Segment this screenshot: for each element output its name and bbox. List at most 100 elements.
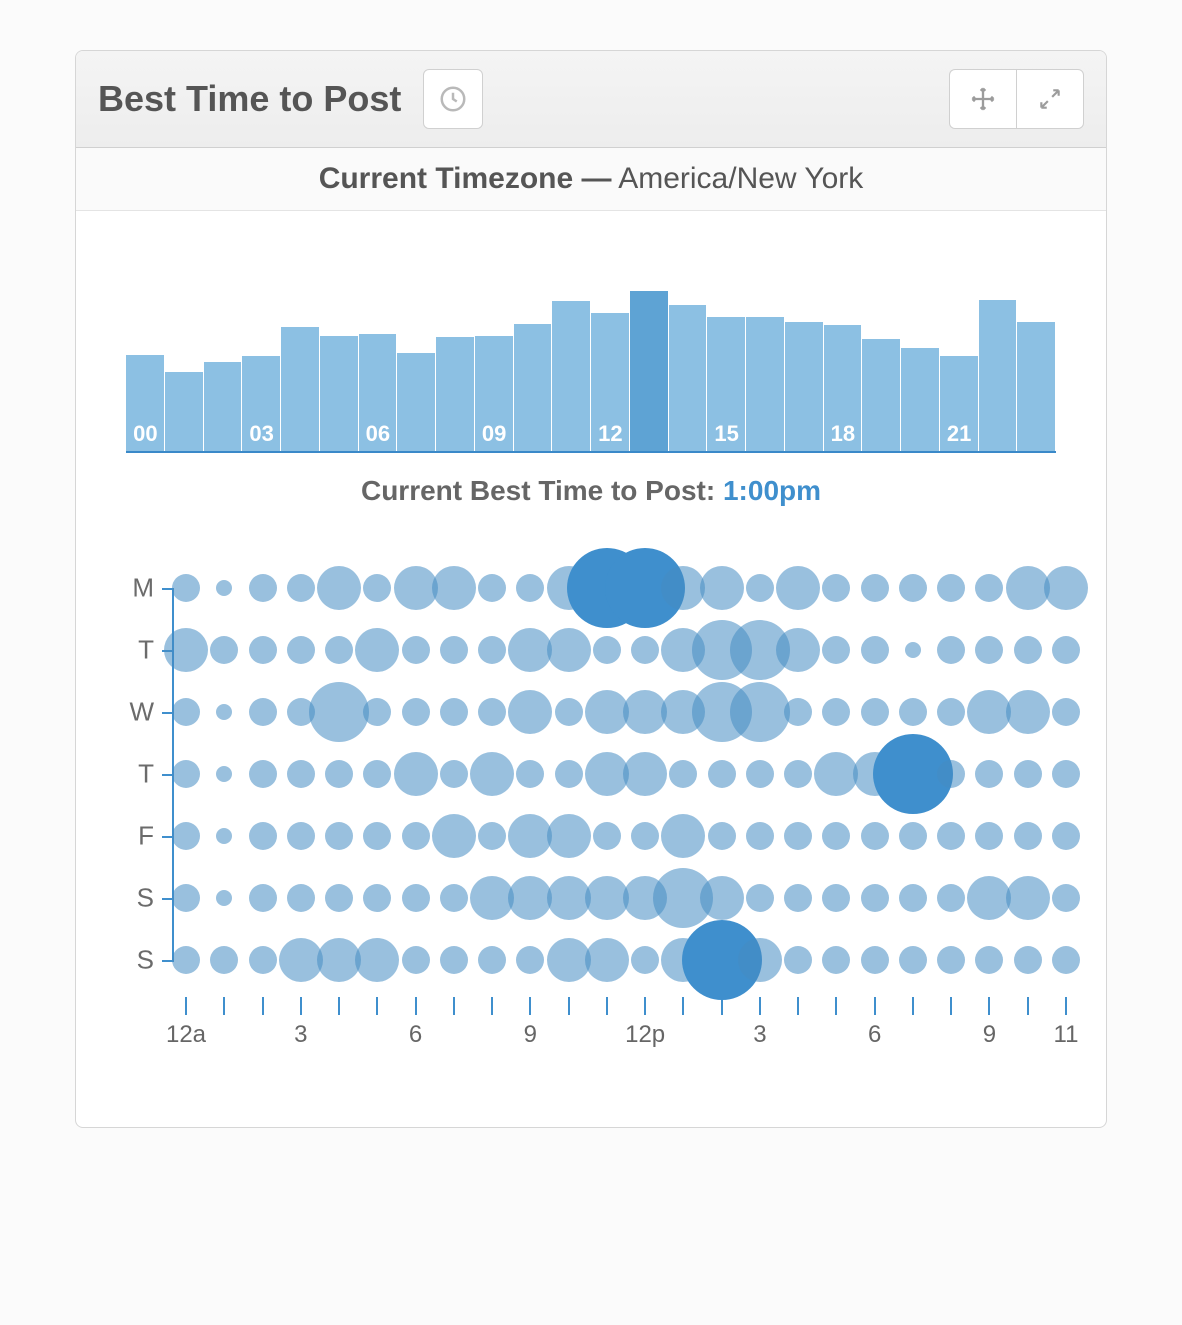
bubble [432,814,476,858]
bubble [822,698,850,726]
bubble [822,574,850,602]
bubble [249,760,277,788]
bubble [623,752,667,796]
bubble [861,884,889,912]
bubble [516,946,544,974]
bubble [937,946,965,974]
day-hour-matrix: MTWTFSS [126,557,1056,991]
bubble [861,946,889,974]
bubble [784,822,812,850]
bubble [975,636,1003,664]
bubble [249,636,277,664]
bubble [937,636,965,664]
bubble [1052,822,1080,850]
bubble [325,884,353,912]
bubble [631,636,659,664]
bubble [249,884,277,912]
bar [514,324,552,451]
bubble [363,822,391,850]
hourly-bar-chart: 0003060912151821 [126,281,1056,453]
x-tick [1027,997,1029,1015]
timezone-value: America/New York [618,162,863,195]
x-tick [721,997,723,1015]
day-label: M [120,573,154,604]
bubble [317,566,361,610]
bar [669,305,707,451]
best-time-line: Current Best Time to Post: 1:00pm [106,475,1076,507]
bubble [1006,876,1050,920]
x-tick [568,997,570,1015]
bubble [708,760,736,788]
day-row: T [126,743,1056,805]
bubble [172,760,200,788]
bubble [746,884,774,912]
bar [630,291,668,451]
bubble [172,884,200,912]
clock-icon [438,84,468,114]
bubble [1052,760,1080,788]
bubble [287,822,315,850]
collapse-button[interactable] [1016,69,1084,129]
x-tick [950,997,952,1015]
bubble [708,822,736,850]
x-tick [988,997,990,1015]
timezone-bar: Current Timezone — America/New York [76,148,1106,211]
x-label: 6 [409,1021,422,1049]
x-tick [759,997,761,1015]
bar [320,336,358,451]
bar [436,337,474,451]
day-label: S [120,883,154,914]
bubble [394,752,438,796]
bubble [440,636,468,664]
bubble [1014,636,1042,664]
x-label: 12a [166,1021,206,1049]
bubble [516,574,544,602]
collapse-icon [1037,86,1063,112]
timezone-label: Current Timezone — [319,162,612,195]
x-tick [606,997,608,1015]
move-button[interactable] [949,69,1016,129]
x-tick [529,997,531,1015]
bubble [402,946,430,974]
bubble [216,890,232,906]
bar-tick: 18 [831,421,855,447]
bubble [249,574,277,602]
bubble [784,698,812,726]
day-tick [162,774,172,776]
bubble [325,822,353,850]
x-label: 3 [753,1021,766,1049]
bubble [822,822,850,850]
bar [281,327,319,451]
bubble [631,822,659,850]
x-tick [491,997,493,1015]
bubble [440,698,468,726]
bubble [287,760,315,788]
bubble [861,636,889,664]
bubble [216,704,232,720]
clock-button[interactable] [423,69,483,129]
bubble [899,698,927,726]
bubble [822,946,850,974]
day-row: T [126,619,1056,681]
bubble [172,946,200,974]
x-label: 3 [294,1021,307,1049]
bar-tick: 21 [947,421,971,447]
x-label: 11 [1054,1021,1079,1049]
bubble [287,636,315,664]
bubble [937,698,965,726]
day-tick [162,712,172,714]
bubble [287,574,315,602]
bubble [1014,760,1042,788]
panel-header: Best Time to Post [76,51,1106,148]
bubble [899,884,927,912]
bar-tick: 06 [366,421,390,447]
bubble [210,946,238,974]
x-tick [300,997,302,1015]
bubble [363,884,391,912]
bubble [309,682,369,742]
day-tick [162,898,172,900]
bar-tick: 09 [482,421,506,447]
bubble [1044,566,1088,610]
bubble [547,814,591,858]
bar-tick: 12 [598,421,622,447]
